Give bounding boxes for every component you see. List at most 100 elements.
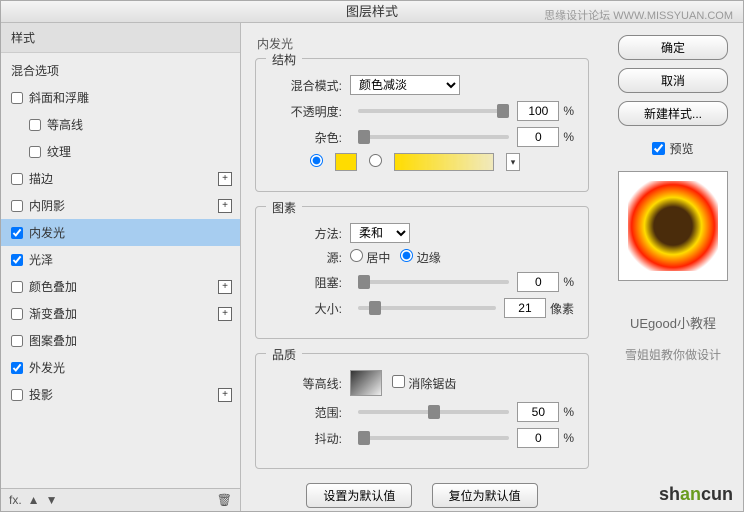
style-item[interactable]: 颜色叠加 + [1,273,240,300]
credit-subtitle: 雪姐姐教你做设计 [625,346,721,363]
style-label: 斜面和浮雕 [29,89,89,106]
contour-label: 等高线: [270,375,342,392]
panel-title: 内发光 [257,35,589,52]
style-item[interactable]: 描边 + [1,165,240,192]
style-item[interactable]: 内阴影 + [1,192,240,219]
source-edge-radio[interactable]: 边缘 [400,249,440,266]
fx-icon[interactable]: fx. [9,493,22,507]
range-field[interactable] [517,402,559,422]
style-label: 颜色叠加 [29,278,77,295]
method-label: 方法: [270,225,342,242]
jitter-label: 抖动: [270,430,342,447]
preview-box [618,171,728,281]
style-checkbox[interactable] [11,308,23,320]
opacity-field[interactable] [517,101,559,121]
styles-footer: fx. ▲ ▼ 🗑 [1,488,240,511]
noise-field[interactable] [517,127,559,147]
style-label: 外发光 [29,359,65,376]
credit-title: UEgood小教程 [630,313,716,332]
choke-label: 阻塞: [270,274,342,291]
new-style-button[interactable]: 新建样式... [618,101,728,126]
style-label: 光泽 [29,251,53,268]
style-item[interactable]: 内发光 [1,219,240,246]
style-label: 投影 [29,386,53,403]
cancel-button[interactable]: 取消 [618,68,728,93]
add-effect-icon[interactable]: + [218,388,232,402]
settings-panel: 内发光 结构 混合模式: 颜色减淡 不透明度: % 杂色: % [241,23,603,511]
style-checkbox[interactable] [11,389,23,401]
range-label: 范围: [270,404,342,421]
style-label: 描边 [29,170,53,187]
style-item[interactable]: 外发光 [1,354,240,381]
trash-icon[interactable]: 🗑 [217,493,232,507]
preview-glow-icon [628,181,718,271]
add-effect-icon[interactable]: + [218,172,232,186]
style-item[interactable]: 渐变叠加 + [1,300,240,327]
down-icon[interactable]: ▼ [46,493,58,507]
jitter-field[interactable] [517,428,559,448]
noise-slider[interactable] [358,135,509,139]
right-panel: 确定 取消 新建样式... 预览 UEgood小教程 雪姐姐教你做设计 [603,23,743,511]
up-icon[interactable]: ▲ [28,493,40,507]
size-unit: 像素 [550,300,574,317]
style-label: 等高线 [47,116,83,133]
style-item[interactable]: 纹理 [1,138,240,165]
add-effect-icon[interactable]: + [218,307,232,321]
source-center-radio[interactable]: 居中 [350,249,390,266]
logo: shancun [659,484,733,505]
style-checkbox[interactable] [11,254,23,266]
add-effect-icon[interactable]: + [218,199,232,213]
range-slider[interactable] [358,410,509,414]
gradient-swatch[interactable] [394,153,494,171]
antialias-checkbox[interactable]: 消除锯齿 [392,375,456,392]
preview-checkbox[interactable]: 预览 [652,140,693,157]
blend-mode-label: 混合模式: [270,77,342,94]
opacity-slider[interactable] [358,109,509,113]
add-effect-icon[interactable]: + [218,280,232,294]
reset-default-button[interactable]: 复位为默认值 [432,483,538,508]
style-checkbox[interactable] [29,119,41,131]
jitter-slider[interactable] [358,436,509,440]
style-checkbox[interactable] [11,200,23,212]
color-solid-radio[interactable] [310,154,323,170]
style-item[interactable]: 投影 + [1,381,240,408]
style-label: 内阴影 [29,197,65,214]
style-item[interactable]: 等高线 [1,111,240,138]
contour-swatch[interactable] [350,370,382,396]
size-slider[interactable] [358,306,496,310]
style-item[interactable]: 光泽 [1,246,240,273]
style-checkbox[interactable] [11,227,23,239]
choke-slider[interactable] [358,280,509,284]
method-select[interactable]: 柔和 [350,223,410,243]
ok-button[interactable]: 确定 [618,35,728,60]
noise-label: 杂色: [270,129,342,146]
style-item[interactable]: 斜面和浮雕 [1,84,240,111]
style-item[interactable]: 图案叠加 [1,327,240,354]
blend-options-item[interactable]: 混合选项 [1,57,240,84]
style-checkbox[interactable] [29,146,41,158]
opacity-label: 不透明度: [270,103,342,120]
structure-group: 结构 混合模式: 颜色减淡 不透明度: % 杂色: % [255,58,589,192]
source-label: 源: [270,249,342,266]
quality-group: 品质 等高线: 消除锯齿 范围: % 抖动: % [255,353,589,469]
styles-list: 混合选项 斜面和浮雕等高线纹理描边 + 内阴影 + 内发光光泽颜色叠加 + 渐变叠加 + 图案叠… [1,53,240,488]
choke-field[interactable] [517,272,559,292]
elements-group: 图素 方法: 柔和 源: 居中 边缘 阻塞: % [255,206,589,339]
blend-mode-select[interactable]: 颜色减淡 [350,75,460,95]
color-swatch[interactable] [335,153,357,171]
layer-style-dialog: 图层样式 思缘设计论坛 WWW.MISSYUAN.COM 样式 混合选项 斜面和… [0,0,744,512]
styles-panel: 样式 混合选项 斜面和浮雕等高线纹理描边+内阴影+内发光光泽颜色叠加+渐变叠加+… [1,23,241,511]
gradient-dropdown-icon[interactable]: ▾ [506,153,520,171]
make-default-button[interactable]: 设置为默认值 [306,483,412,508]
style-checkbox[interactable] [11,281,23,293]
style-checkbox[interactable] [11,92,23,104]
style-checkbox[interactable] [11,335,23,347]
color-gradient-radio[interactable] [369,154,382,170]
style-checkbox[interactable] [11,362,23,374]
size-field[interactable] [504,298,546,318]
style-label: 图案叠加 [29,332,77,349]
size-label: 大小: [270,300,342,317]
style-label: 内发光 [29,224,65,241]
style-checkbox[interactable] [11,173,23,185]
style-label: 渐变叠加 [29,305,77,322]
